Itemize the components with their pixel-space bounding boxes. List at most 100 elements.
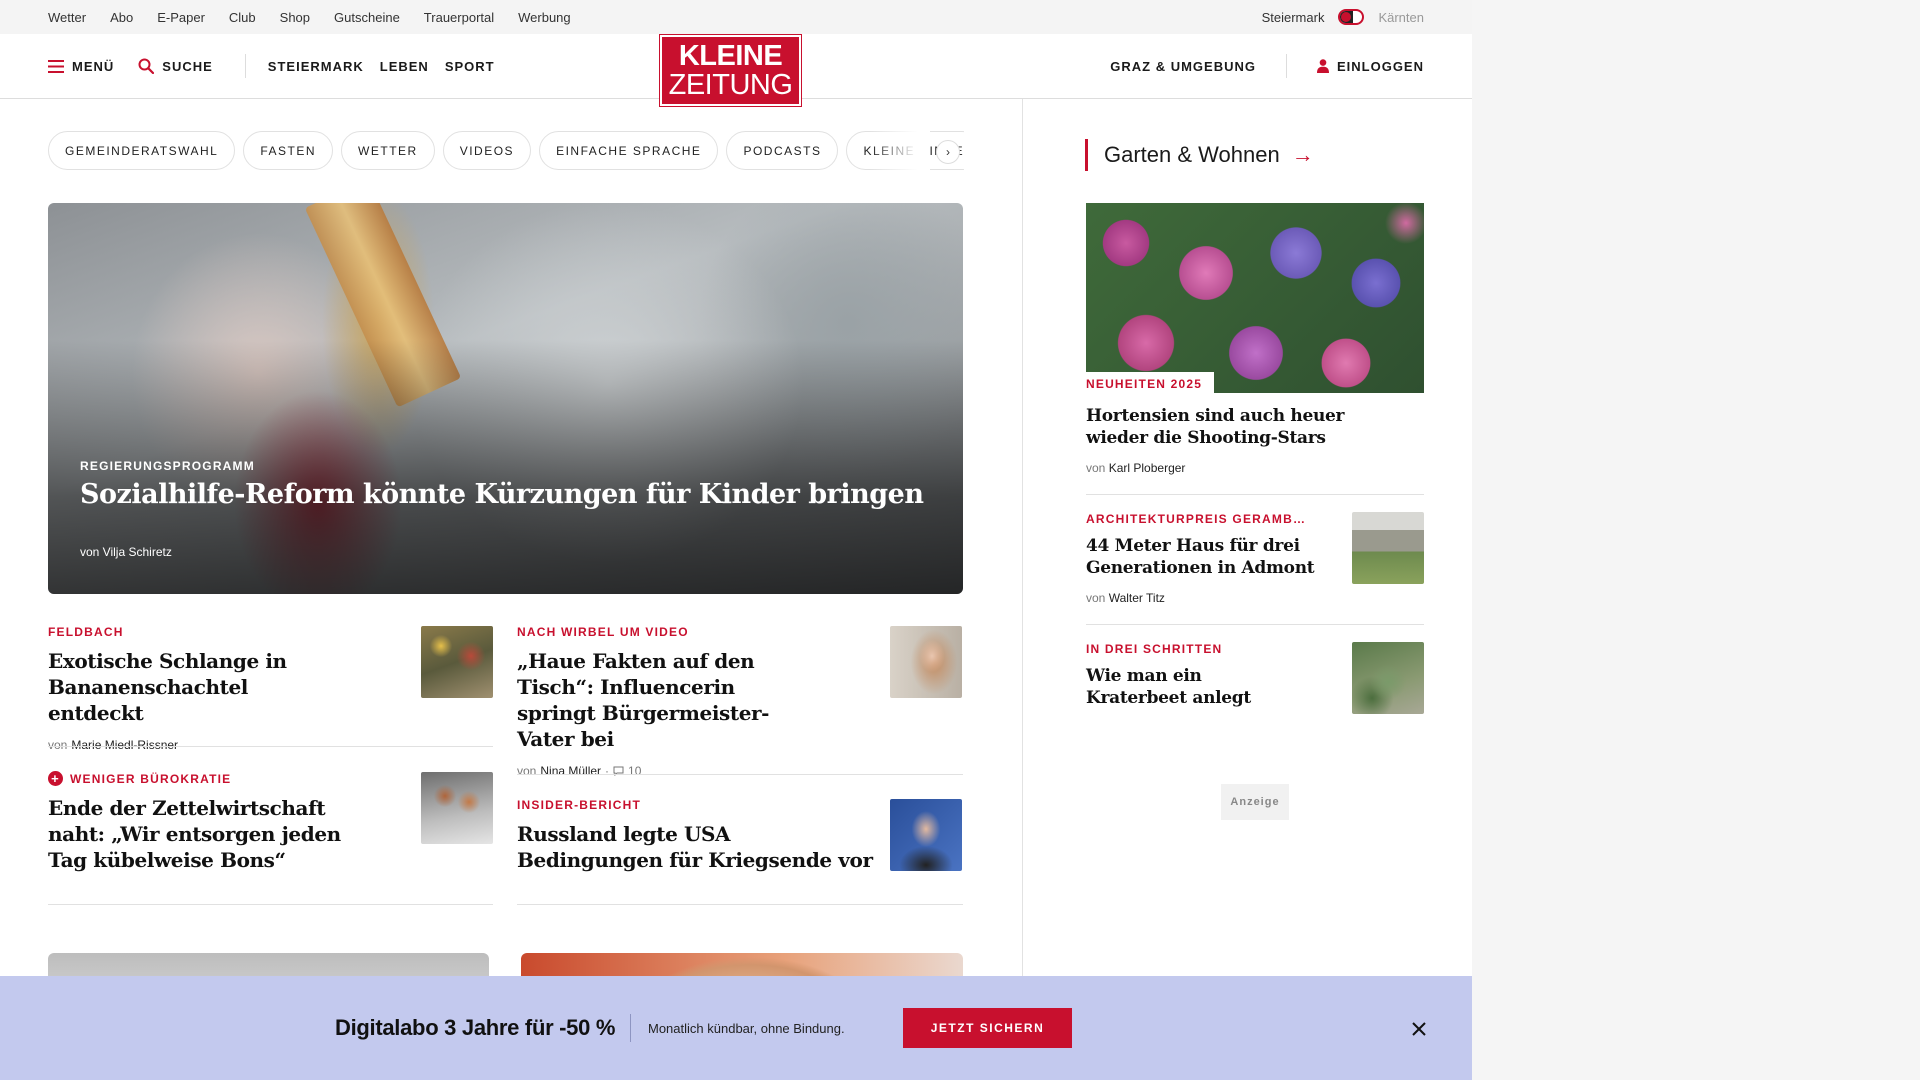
- header-divider-right: [1285, 54, 1287, 78]
- nav-sport[interactable]: Sport: [445, 59, 495, 74]
- byline-prefix: von: [517, 764, 537, 778]
- promo-cta-button[interactable]: Jetzt sichern: [903, 1008, 1072, 1048]
- meta-link-gutscheine[interactable]: Gutscheine: [334, 10, 400, 25]
- hero-shade: [48, 203, 963, 594]
- sidebar-thumbnail[interactable]: [1352, 512, 1424, 584]
- plus-icon: +: [48, 771, 63, 786]
- nav-graz-umgebung[interactable]: Graz & Umgebung: [1110, 59, 1256, 74]
- sidebar-teaser-title[interactable]: 44 Meter Haus für drei Generationen in A…: [1086, 535, 1316, 579]
- login-button[interactable]: Einloggen: [1316, 58, 1424, 74]
- comment-count[interactable]: 10: [628, 764, 641, 778]
- article-thumbnail[interactable]: [890, 799, 962, 871]
- meta-bar: Wetter Abo E-Paper Club Shop Gutscheine …: [0, 0, 1472, 34]
- sidebar-teaser-byline: von Karl Ploberger: [1086, 461, 1346, 475]
- search-label: Suche: [162, 58, 213, 74]
- hero-byline: von Vilja Schiretz: [80, 545, 172, 559]
- kicker-text: Insider-Bericht: [517, 798, 642, 812]
- chips-fade: [870, 131, 930, 171]
- sidebar-teaser[interactable]: Architekturpreis Geramb… 44 Meter Haus f…: [1086, 512, 1316, 605]
- article-teaser[interactable]: Nach Wirbel um Video „Haue Fakten auf de…: [517, 625, 817, 778]
- sidebar-teaser-kicker: In drei Schritten: [1086, 642, 1223, 656]
- meta-link-club[interactable]: Club: [229, 10, 256, 25]
- hero-kicker: Regierungsprogramm: [80, 459, 255, 473]
- nav-steiermark[interactable]: Steiermark: [268, 59, 364, 74]
- sidebar-thumbnail[interactable]: [1352, 642, 1424, 714]
- sidebar-teaser-byline: von Walter Titz: [1086, 591, 1316, 605]
- header-right: Graz & Umgebung Einloggen: [1110, 34, 1424, 98]
- search-button[interactable]: Suche: [138, 58, 213, 74]
- chip-fasten[interactable]: Fasten: [243, 131, 334, 170]
- teaser-divider: [48, 746, 493, 747]
- article-thumbnail[interactable]: [421, 772, 493, 844]
- byline-author[interactable]: Karl Ploberger: [1109, 461, 1186, 475]
- promo-close-button[interactable]: [1406, 1016, 1432, 1042]
- chips-next-button[interactable]: ›: [936, 140, 960, 164]
- close-icon: [1412, 1022, 1426, 1036]
- byline-author[interactable]: Walter Titz: [1109, 591, 1165, 605]
- sidebar-heading[interactable]: Garten & Wohnen →: [1085, 139, 1314, 171]
- chip-podcasts[interactable]: Podcasts: [726, 131, 839, 170]
- subscription-promo-bar: Digitalabo 3 Jahre für -50 % Monatlich k…: [0, 976, 1472, 1080]
- article-kicker: Insider-Bericht: [517, 798, 877, 812]
- login-label: Einloggen: [1336, 58, 1424, 74]
- article-title[interactable]: Russland legte USA Bedingungen für Krieg…: [517, 821, 877, 873]
- kicker-text: Feldbach: [48, 625, 124, 639]
- hamburger-icon: [48, 59, 64, 73]
- promo-headline: Digitalabo 3 Jahre für -50 %: [335, 1015, 616, 1040]
- article-title[interactable]: „Haue Fakten auf den Tisch“: Influenceri…: [517, 648, 817, 752]
- article-title[interactable]: Ende der Zettelwirtschaft naht: „Wir ent…: [48, 795, 348, 873]
- header-divider: [244, 54, 246, 78]
- article-byline: von Nina Müller · 10: [517, 764, 817, 778]
- nav-leben[interactable]: Leben: [380, 59, 429, 74]
- sidebar-teaser-title[interactable]: Hortensien sind auch heuer wieder die Sh…: [1086, 405, 1346, 449]
- topic-chips: Gemeinderatswahl Fasten Wetter Videos Ei…: [48, 131, 964, 171]
- sidebar-divider: [1086, 624, 1424, 625]
- article-title[interactable]: Exotische Schlange in Bananenschachtel e…: [48, 648, 348, 726]
- sidebar-teaser-title[interactable]: Wie man ein Kraterbeet anlegt: [1086, 665, 1286, 709]
- chip-gemeinderatswahl[interactable]: Gemeinderatswahl: [48, 131, 236, 170]
- page: Wetter Abo E-Paper Club Shop Gutscheine …: [0, 0, 1920, 1080]
- meta-link-abo[interactable]: Abo: [110, 10, 133, 25]
- menu-button[interactable]: Menü: [48, 59, 114, 74]
- byline-author[interactable]: Marie Miedl-Rissner: [71, 738, 178, 752]
- region-steiermark[interactable]: Steiermark: [1262, 10, 1325, 25]
- meta-link-shop[interactable]: Shop: [280, 10, 310, 25]
- column-divider: [1022, 99, 1023, 1080]
- header-left: Menü Suche Steiermark Leben Sport: [48, 34, 511, 98]
- chevron-right-icon: ›: [946, 145, 950, 159]
- chip-einfache-sprache[interactable]: Einfache Sprache: [539, 131, 719, 170]
- region-switch: Steiermark Kärnten: [1262, 0, 1424, 34]
- article-thumbnail[interactable]: [890, 626, 962, 698]
- byline-prefix: von: [48, 738, 68, 752]
- site-logo[interactable]: KLEINE ZEITUNG: [659, 34, 802, 107]
- byline-prefix: von: [1086, 591, 1106, 605]
- teaser-divider: [517, 904, 963, 905]
- sidebar-lead-image[interactable]: [1086, 203, 1424, 393]
- region-toggle[interactable]: [1338, 9, 1365, 25]
- search-icon: [138, 58, 155, 74]
- sidebar-teaser-kicker: Architekturpreis Geramb…: [1086, 512, 1307, 526]
- sidebar-teaser[interactable]: Hortensien sind auch heuer wieder die Sh…: [1086, 405, 1346, 475]
- article-teaser[interactable]: Feldbach Exotische Schlange in Bananensc…: [48, 625, 348, 752]
- user-icon: [1316, 59, 1329, 73]
- promo-subtext: Monatlich kündbar, ohne Bindung.: [648, 1020, 845, 1036]
- logo-line-1: KLEINE: [678, 39, 783, 72]
- article-teaser[interactable]: + Weniger Bürokratie Ende der Zettelwirt…: [48, 771, 348, 873]
- chip-videos[interactable]: Videos: [442, 131, 532, 170]
- meta-link-epaper[interactable]: E-Paper: [157, 10, 205, 25]
- region-kaernten[interactable]: Kärnten: [1378, 10, 1424, 25]
- article-kicker: + Weniger Bürokratie: [48, 771, 348, 786]
- byline-author[interactable]: Nina Müller: [540, 764, 601, 778]
- article-thumbnail[interactable]: [421, 626, 493, 698]
- meta-link-wetter[interactable]: Wetter: [48, 10, 86, 25]
- hero-title[interactable]: Sozialhilfe-Reform könnte Kürzungen für …: [80, 479, 924, 510]
- article-teaser[interactable]: Insider-Bericht Russland legte USA Bedin…: [517, 798, 877, 873]
- sidebar-teaser[interactable]: In drei Schritten Wie man ein Kraterbeet…: [1086, 642, 1286, 709]
- chip-wetter[interactable]: Wetter: [341, 131, 435, 170]
- site-header: Menü Suche Steiermark Leben Sport KLEINE…: [0, 34, 1472, 107]
- meta-link-werbung[interactable]: Werbung: [518, 10, 571, 25]
- menu-label: Menü: [72, 58, 115, 74]
- meta-link-trauerportal[interactable]: Trauerportal: [424, 10, 494, 25]
- hero-article[interactable]: Regierungsprogramm Sozialhilfe-Reform kö…: [48, 203, 963, 594]
- article-byline: von Marie Miedl-Rissner: [48, 738, 348, 752]
